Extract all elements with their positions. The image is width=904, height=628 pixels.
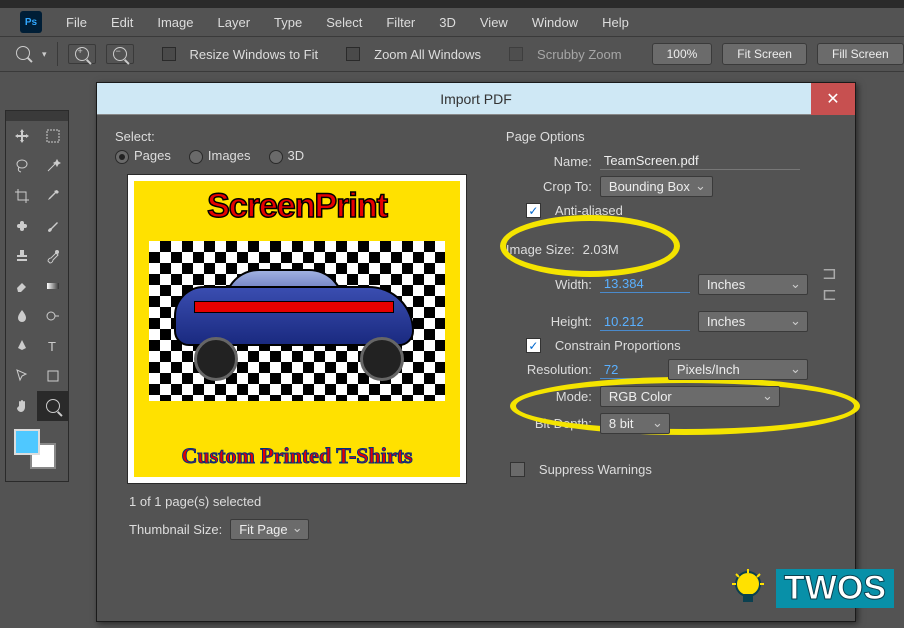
dodge-tool[interactable] bbox=[37, 301, 68, 331]
foreground-swatch[interactable] bbox=[14, 429, 40, 455]
heal-tool[interactable] bbox=[6, 211, 37, 241]
menubar: Ps File Edit Image Layer Type Select Fil… bbox=[0, 8, 904, 36]
menu-help[interactable]: Help bbox=[592, 13, 639, 32]
zoom-100-button[interactable]: 100% bbox=[652, 43, 713, 65]
page-options-header: Page Options bbox=[506, 129, 837, 144]
path-select-tool[interactable] bbox=[6, 361, 37, 391]
preview-tagline: Custom Printed T-Shirts bbox=[134, 443, 460, 469]
thumbnail-size-label: Thumbnail Size: bbox=[129, 522, 222, 537]
select-label: Select: bbox=[115, 129, 494, 144]
options-bar: ▾ Resize Windows to Fit Zoom All Windows… bbox=[0, 36, 904, 72]
wand-tool[interactable] bbox=[37, 151, 68, 181]
radio-images[interactable]: Images bbox=[189, 148, 251, 164]
menu-select[interactable]: Select bbox=[316, 13, 372, 32]
link-icon[interactable]: ⊐⊏ bbox=[822, 263, 837, 305]
history-brush-tool[interactable] bbox=[37, 241, 68, 271]
fill-screen-button[interactable]: Fill Screen bbox=[817, 43, 904, 65]
crop-label: Crop To: bbox=[506, 179, 592, 194]
resolution-field[interactable]: 72 bbox=[600, 361, 660, 379]
name-field[interactable]: TeamScreen.pdf bbox=[600, 152, 800, 170]
eraser-tool[interactable] bbox=[6, 271, 37, 301]
resolution-label: Resolution: bbox=[506, 362, 592, 377]
crop-dropdown[interactable]: Bounding Box bbox=[600, 176, 713, 197]
menu-layer[interactable]: Layer bbox=[208, 13, 261, 32]
menu-view[interactable]: View bbox=[470, 13, 518, 32]
pages-selected-label: 1 of 1 page(s) selected bbox=[129, 494, 494, 509]
toolbox: T bbox=[5, 110, 69, 482]
scrubby-label: Scrubby Zoom bbox=[537, 47, 622, 62]
bitdepth-dropdown[interactable]: 8 bit bbox=[600, 413, 670, 434]
menu-window[interactable]: Window bbox=[522, 13, 588, 32]
suppress-label: Suppress Warnings bbox=[539, 462, 652, 477]
menu-type[interactable]: Type bbox=[264, 13, 312, 32]
zoom-all-checkbox[interactable] bbox=[346, 47, 360, 61]
height-label: Height: bbox=[506, 314, 592, 329]
zoom-in-button[interactable] bbox=[68, 44, 96, 64]
blur-tool[interactable] bbox=[6, 301, 37, 331]
svg-text:T: T bbox=[48, 339, 56, 354]
menu-edit[interactable]: Edit bbox=[101, 13, 143, 32]
antialiased-label: Anti-aliased bbox=[555, 203, 623, 218]
pen-tool[interactable] bbox=[6, 331, 37, 361]
menu-image[interactable]: Image bbox=[147, 13, 203, 32]
watermark: TWOS bbox=[726, 566, 894, 610]
antialiased-checkbox[interactable]: ✓ bbox=[526, 203, 541, 218]
ps-logo: Ps bbox=[20, 11, 42, 33]
zoom-tool-chevron-icon[interactable]: ▾ bbox=[42, 49, 47, 60]
menu-file[interactable]: File bbox=[56, 13, 97, 32]
type-tool[interactable]: T bbox=[37, 331, 68, 361]
dialog-title: Import PDF bbox=[440, 91, 512, 107]
suppress-checkbox[interactable] bbox=[510, 462, 525, 477]
scrubby-checkbox bbox=[509, 47, 523, 61]
shape-tool[interactable] bbox=[37, 361, 68, 391]
dialog-close-button[interactable]: ✕ bbox=[811, 83, 855, 115]
height-field[interactable]: 10.212 bbox=[600, 313, 690, 331]
pdf-preview-thumbnail[interactable]: ScreenPrint Custom Printed T-Shirts bbox=[127, 174, 467, 484]
import-pdf-dialog: Import PDF ✕ Select: Pages Images 3D Scr… bbox=[96, 82, 856, 622]
menu-filter[interactable]: Filter bbox=[376, 13, 425, 32]
menu-3d[interactable]: 3D bbox=[429, 13, 466, 32]
bitdepth-label: Bit Depth: bbox=[506, 416, 592, 431]
mode-dropdown[interactable]: RGB Color bbox=[600, 386, 780, 407]
width-field[interactable]: 13.384 bbox=[600, 275, 690, 293]
radio-pages[interactable]: Pages bbox=[115, 148, 171, 164]
resolution-unit-dropdown[interactable]: Pixels/Inch bbox=[668, 359, 808, 380]
width-unit-dropdown[interactable]: Inches bbox=[698, 274, 808, 295]
resize-windows-label: Resize Windows to Fit bbox=[190, 47, 319, 62]
image-size-value: 2.03M bbox=[583, 242, 619, 257]
lasso-tool[interactable] bbox=[6, 151, 37, 181]
zoom-all-label: Zoom All Windows bbox=[374, 47, 481, 62]
resize-windows-checkbox[interactable] bbox=[162, 47, 176, 61]
constrain-checkbox[interactable]: ✓ bbox=[526, 338, 541, 353]
watermark-text: TWOS bbox=[776, 569, 894, 608]
zoom-out-button[interactable] bbox=[106, 44, 134, 64]
zoom-tool-toolbox[interactable] bbox=[37, 391, 68, 421]
name-label: Name: bbox=[506, 154, 592, 169]
radio-3d[interactable]: 3D bbox=[269, 148, 305, 164]
mode-label: Mode: bbox=[506, 389, 592, 404]
gradient-tool[interactable] bbox=[37, 271, 68, 301]
height-unit-dropdown[interactable]: Inches bbox=[698, 311, 808, 332]
lightbulb-icon bbox=[726, 566, 770, 610]
hand-tool[interactable] bbox=[6, 391, 37, 421]
dialog-titlebar: Import PDF ✕ bbox=[97, 83, 855, 115]
zoom-tool-icon[interactable] bbox=[16, 46, 30, 63]
eyedropper-tool[interactable] bbox=[37, 181, 68, 211]
image-size-label: Image Size: bbox=[506, 242, 575, 257]
preview-logo-text: ScreenPrint bbox=[134, 187, 460, 226]
fit-screen-button[interactable]: Fit Screen bbox=[722, 43, 807, 65]
stamp-tool[interactable] bbox=[6, 241, 37, 271]
brush-tool[interactable] bbox=[37, 211, 68, 241]
crop-tool[interactable] bbox=[6, 181, 37, 211]
constrain-label: Constrain Proportions bbox=[555, 338, 681, 353]
thumbnail-size-dropdown[interactable]: Fit Page bbox=[230, 519, 308, 540]
width-label: Width: bbox=[506, 277, 592, 292]
swatch-area[interactable] bbox=[6, 421, 68, 481]
move-tool[interactable] bbox=[6, 121, 37, 151]
marquee-tool[interactable] bbox=[37, 121, 68, 151]
